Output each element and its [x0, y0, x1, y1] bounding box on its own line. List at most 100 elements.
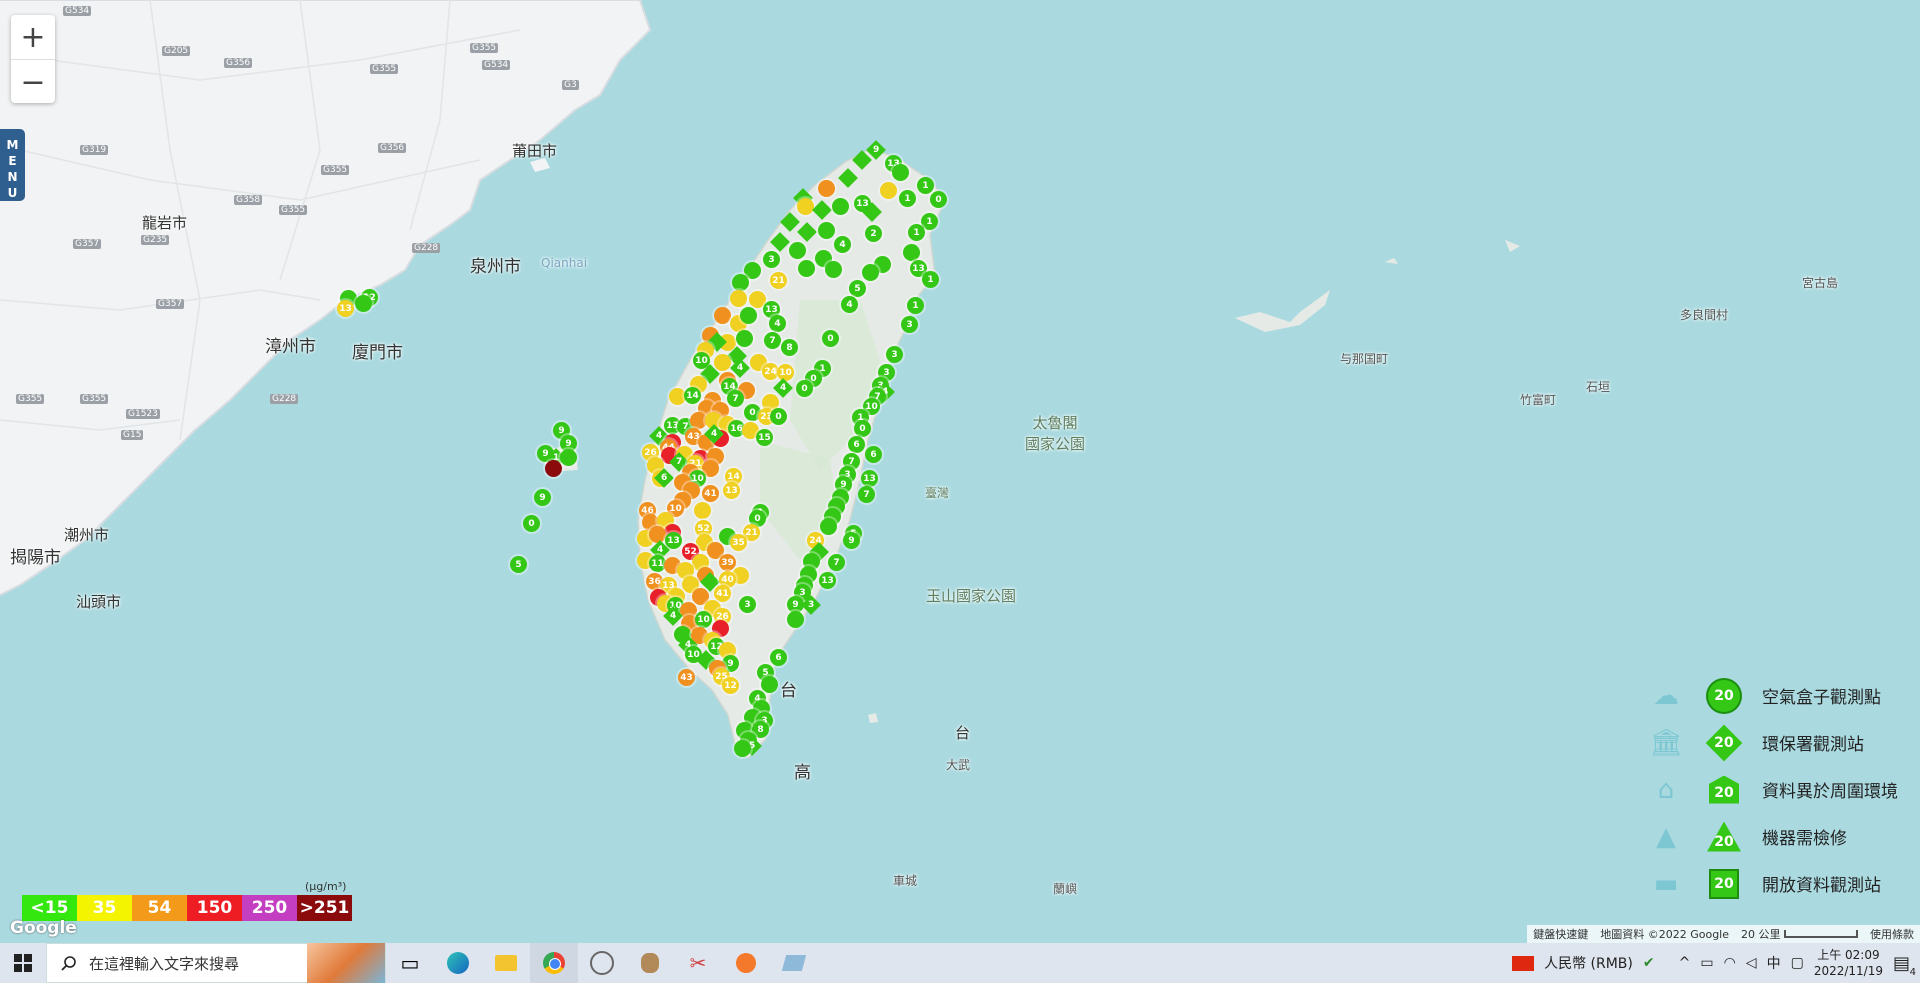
airbox-marker[interactable]: 6 — [865, 446, 882, 463]
airbox-marker[interactable] — [820, 518, 837, 535]
airbox-marker[interactable]: 6 — [848, 436, 865, 453]
airbox-marker[interactable] — [825, 261, 842, 278]
airbox-marker[interactable]: 0 — [523, 515, 540, 532]
airbox-marker[interactable] — [798, 260, 815, 277]
airbox-marker[interactable] — [797, 198, 814, 215]
start-button[interactable] — [0, 943, 46, 983]
app-icon[interactable] — [578, 943, 626, 983]
airbox-marker[interactable]: 13 — [723, 482, 740, 499]
airbox-marker[interactable]: 13 — [819, 572, 836, 589]
airbox-marker[interactable]: 14 — [684, 387, 701, 404]
airbox-marker[interactable] — [355, 295, 372, 312]
airbox-marker[interactable] — [789, 242, 806, 259]
airbox-marker[interactable]: 7 — [727, 390, 744, 407]
airbox-marker[interactable]: 39 — [719, 554, 736, 571]
airbox-marker[interactable]: 35 — [730, 534, 747, 551]
edge-icon[interactable] — [434, 943, 482, 983]
map-canvas[interactable]: G534 G205 G356 G355 G355 G534 G3 G319 G3… — [0, 0, 1920, 943]
airbox-marker[interactable]: 10 — [695, 611, 712, 628]
blender-icon[interactable] — [722, 943, 770, 983]
airbox-marker[interactable]: 10 — [777, 364, 794, 381]
airbox-marker[interactable] — [649, 526, 666, 543]
zoom-out-button[interactable]: − — [11, 60, 55, 104]
airbox-marker[interactable] — [694, 502, 711, 519]
airbox-marker[interactable]: 0 — [770, 408, 787, 425]
file-explorer-icon[interactable] — [482, 943, 530, 983]
airbox-marker[interactable] — [832, 198, 849, 215]
airbox-marker[interactable] — [740, 307, 757, 324]
app-tray-icon[interactable]: ✔ — [1643, 955, 1655, 971]
airbox-marker[interactable]: 12 — [722, 677, 739, 694]
airbox-marker[interactable]: 3 — [739, 596, 756, 613]
airbox-marker[interactable]: 7 — [764, 332, 781, 349]
airbox-marker[interactable]: 9 — [843, 532, 860, 549]
airbox-marker[interactable]: 4 — [769, 315, 786, 332]
airbox-marker[interactable] — [818, 222, 835, 239]
airbox-marker[interactable]: 7 — [828, 554, 845, 571]
battery-icon[interactable]: ▭ — [1700, 955, 1713, 971]
airbox-marker[interactable]: 1 — [917, 177, 934, 194]
airbox-marker[interactable] — [545, 460, 562, 477]
airbox-marker[interactable]: 0 — [796, 380, 813, 397]
airbox-marker[interactable]: 41 — [714, 585, 731, 602]
airbox-marker[interactable]: 5 — [510, 556, 527, 573]
airbox-marker[interactable]: 7 — [858, 486, 875, 503]
airbox-marker[interactable]: 3 — [763, 251, 780, 268]
airbox-marker[interactable] — [714, 307, 731, 324]
airbox-marker[interactable]: 0 — [822, 330, 839, 347]
airbox-marker[interactable]: 0 — [854, 420, 871, 437]
airbox-marker[interactable] — [714, 354, 731, 371]
airbox-marker[interactable]: 9 — [534, 489, 551, 506]
airbox-marker[interactable]: 1 — [907, 297, 924, 314]
airbox-marker[interactable] — [862, 264, 879, 281]
airbox-marker[interactable] — [880, 182, 897, 199]
task-view-icon[interactable]: ▭ — [386, 943, 434, 983]
menu-button[interactable]: M E N U — [0, 129, 25, 201]
airbox-marker[interactable]: 1 — [908, 224, 925, 241]
airbox-marker[interactable]: 21 — [770, 272, 787, 289]
airbox-marker[interactable] — [736, 330, 753, 347]
airbox-marker[interactable]: 4 — [841, 296, 858, 313]
airbox-marker[interactable]: 5 — [849, 280, 866, 297]
terms-link[interactable]: 使用條款 — [1870, 926, 1914, 942]
airbox-marker[interactable]: 6 — [770, 649, 787, 666]
airbox-marker[interactable]: 41 — [702, 485, 719, 502]
airbox-marker[interactable] — [734, 740, 751, 757]
app-icon[interactable] — [626, 943, 674, 983]
notification-icon[interactable]: ▤ 4 — [1893, 953, 1916, 978]
clock[interactable]: 上午 02:09 2022/11/19 — [1814, 947, 1883, 979]
airbox-marker[interactable] — [732, 274, 749, 291]
airbox-marker[interactable]: 2 — [865, 225, 882, 242]
airbox-marker[interactable]: 13 — [861, 470, 878, 487]
app-icon[interactable] — [770, 943, 818, 983]
airbox-marker[interactable] — [903, 244, 920, 261]
airbox-marker[interactable]: 4 — [834, 236, 851, 253]
airbox-marker[interactable]: 13 — [337, 300, 354, 317]
airbox-marker[interactable]: 1 — [899, 190, 916, 207]
currency-indicator[interactable]: 人民幣 (RMB) — [1544, 953, 1633, 973]
airbox-marker[interactable]: 3 — [886, 346, 903, 363]
airbox-marker[interactable]: 15 — [756, 429, 773, 446]
airbox-marker[interactable] — [787, 611, 804, 628]
airbox-marker[interactable] — [730, 290, 747, 307]
chevron-up-icon[interactable]: ^ — [1679, 955, 1691, 971]
wifi-icon[interactable]: ◠ — [1724, 955, 1736, 971]
airbox-marker[interactable] — [761, 676, 778, 693]
airbox-marker[interactable] — [560, 449, 577, 466]
chrome-icon[interactable] — [530, 943, 578, 983]
zoom-in-button[interactable]: + — [11, 15, 55, 59]
airbox-marker[interactable]: 13 — [665, 532, 682, 549]
ime-indicator[interactable]: 中 — [1767, 953, 1781, 973]
airbox-marker[interactable] — [818, 180, 835, 197]
airbox-marker[interactable]: 43 — [678, 669, 695, 686]
volume-icon[interactable]: ◁ — [1746, 955, 1757, 971]
airbox-marker[interactable] — [892, 164, 909, 181]
keyboard-shortcuts-link[interactable]: 鍵盤快速鍵 — [1533, 926, 1588, 942]
app-icon[interactable]: ✂ — [674, 943, 722, 983]
taskbar-search[interactable]: 在這裡輸入文字來搜尋 — [46, 943, 386, 983]
ime-mode-icon[interactable]: ▢ — [1791, 955, 1804, 971]
airbox-marker[interactable]: 0 — [930, 191, 947, 208]
airbox-marker[interactable]: 3 — [901, 316, 918, 333]
airbox-marker[interactable]: 8 — [781, 339, 798, 356]
airbox-marker[interactable]: 1 — [922, 271, 939, 288]
